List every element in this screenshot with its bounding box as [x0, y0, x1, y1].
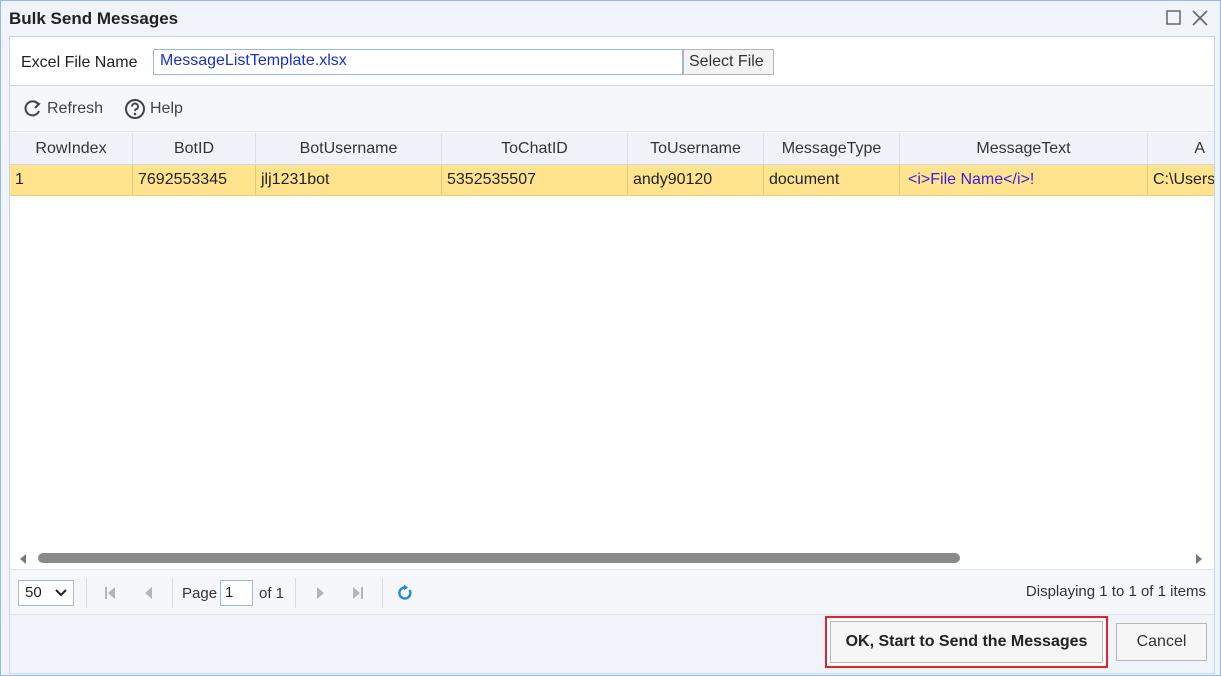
cell-botusername: jlj1231bot [256, 165, 442, 195]
select-file-button[interactable]: Select File [683, 49, 774, 75]
page-size-select[interactable]: 50 [18, 580, 74, 606]
column-header-messagetext[interactable]: MessageText [900, 133, 1148, 165]
column-header-tousername[interactable]: ToUsername [628, 133, 764, 165]
page-label: Page [182, 585, 218, 602]
chevron-down-icon [55, 589, 67, 597]
page-number-input[interactable]: 1 [220, 580, 253, 606]
ok-start-send-button[interactable]: OK, Start to Send the Messages [825, 616, 1108, 668]
column-header-attachment[interactable]: A [1148, 133, 1214, 165]
cell-messagetext: <i>File Name</i>! [900, 165, 1148, 195]
column-header-rowindex[interactable]: RowIndex [10, 133, 133, 165]
excel-file-label: Excel File Name [21, 54, 138, 71]
page-size-value: 50 [25, 584, 42, 601]
cancel-button[interactable]: Cancel [1116, 623, 1207, 661]
previous-page-icon[interactable] [143, 586, 153, 605]
help-icon [125, 99, 145, 119]
display-info: Displaying 1 to 1 of 1 items [1025, 583, 1206, 600]
first-page-icon[interactable] [104, 586, 116, 605]
table-row[interactable]: 1 7692553345 jlj1231bot 5352535507 andy9… [10, 165, 1214, 196]
cell-rowindex: 1 [10, 165, 133, 195]
column-header-botid[interactable]: BotID [133, 133, 256, 165]
ok-start-send-label: OK, Start to Send the Messages [830, 621, 1103, 663]
refresh-button[interactable]: Refresh [21, 97, 103, 121]
cell-tochatid: 5352535507 [442, 165, 628, 195]
maximize-icon[interactable] [1163, 7, 1185, 29]
grid-toolbar: Refresh Help [10, 86, 1214, 132]
bulk-send-dialog: Bulk Send Messages Excel File Name Messa… [0, 0, 1221, 676]
cell-messagetype: document [764, 165, 900, 195]
help-button[interactable]: Help [124, 97, 183, 121]
scroll-right-icon[interactable] [1194, 552, 1204, 570]
file-selector-row: Excel File Name MessageListTemplate.xlsx… [10, 37, 1214, 86]
scroll-left-icon[interactable] [18, 552, 28, 570]
pager-separator [382, 578, 383, 608]
horizontal-scrollbar[interactable] [10, 547, 1214, 569]
last-page-icon[interactable] [352, 586, 364, 605]
dialog-footer: OK, Start to Send the Messages Cancel [10, 615, 1214, 673]
column-header-tochatid[interactable]: ToChatID [442, 133, 628, 165]
close-icon[interactable] [1189, 7, 1211, 29]
cell-botid: 7692553345 [133, 165, 256, 195]
reload-icon[interactable] [397, 584, 413, 607]
messages-grid: RowIndex BotID BotUsername ToChatID ToUs… [10, 133, 1214, 547]
pager-separator [295, 578, 296, 608]
scrollbar-thumb[interactable] [38, 553, 960, 563]
cell-tousername: andy90120 [628, 165, 764, 195]
grid-header: RowIndex BotID BotUsername ToChatID ToUs… [10, 133, 1214, 165]
dialog-title: Bulk Send Messages [9, 9, 179, 28]
help-label: Help [150, 100, 183, 117]
pagination-bar: 50 Page 1 of 1 Displaying 1 to 1 of 1 it… [10, 569, 1214, 615]
page-count-label: of 1 [259, 585, 285, 602]
excel-file-name-input[interactable]: MessageListTemplate.xlsx [153, 49, 683, 75]
refresh-icon [24, 100, 41, 117]
title-bar: Bulk Send Messages [1, 1, 1220, 35]
column-header-botusername[interactable]: BotUsername [256, 133, 442, 165]
cell-attachment: C:\Users [1148, 165, 1214, 195]
refresh-label: Refresh [47, 100, 104, 117]
pager-separator [86, 578, 87, 608]
dialog-body: Excel File Name MessageListTemplate.xlsx… [9, 36, 1215, 674]
pager-separator [172, 578, 173, 608]
next-page-icon[interactable] [316, 586, 326, 605]
column-header-messagetype[interactable]: MessageType [764, 133, 900, 165]
